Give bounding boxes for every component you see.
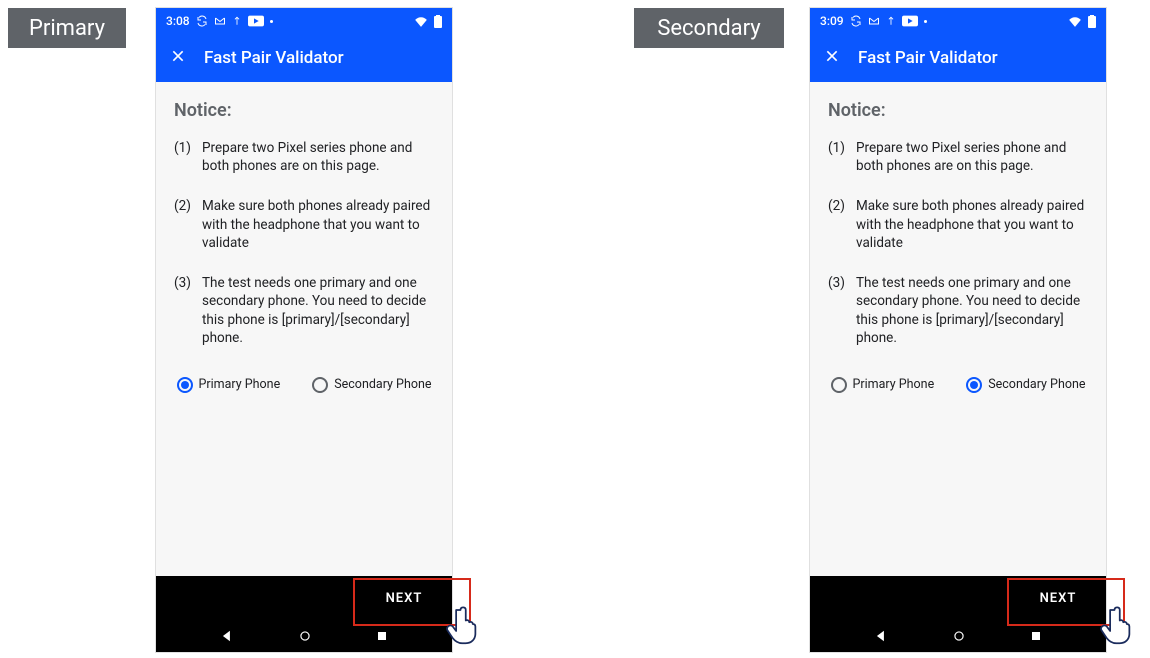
status-bar: 3:09 xyxy=(810,8,1106,34)
notice-heading: Notice: xyxy=(828,100,1088,121)
status-dot-icon xyxy=(270,20,273,23)
gmail-icon xyxy=(868,15,880,27)
status-time: 3:09 xyxy=(820,14,844,28)
app-header: Fast Pair Validator xyxy=(156,34,452,82)
android-nav-bar xyxy=(810,620,1106,652)
app-header: Fast Pair Validator xyxy=(810,34,1106,82)
radio-label: Primary Phone xyxy=(853,377,935,392)
notice-number: (2) xyxy=(828,197,856,252)
nav-recent-icon[interactable] xyxy=(1030,630,1042,642)
stage: Primary Secondary 3:08 xyxy=(0,0,1150,658)
sync-icon xyxy=(850,15,862,27)
notice-text: Make sure both phones already paired wit… xyxy=(202,197,434,252)
close-icon[interactable] xyxy=(824,48,840,69)
radio-icon xyxy=(966,377,982,393)
status-time: 3:08 xyxy=(166,14,190,28)
nav-back-icon[interactable] xyxy=(220,629,234,643)
antenna-icon xyxy=(232,15,242,27)
notice-heading: Notice: xyxy=(174,100,434,121)
radio-label: Primary Phone xyxy=(199,377,281,392)
notice-text: Make sure both phones already paired wit… xyxy=(856,197,1088,252)
radio-icon xyxy=(177,377,193,393)
status-dot-icon xyxy=(924,20,927,23)
radio-label: Secondary Phone xyxy=(334,377,431,392)
radio-icon xyxy=(312,377,328,393)
notice-text: Prepare two Pixel series phone and both … xyxy=(856,139,1088,175)
nav-recent-icon[interactable] xyxy=(376,630,388,642)
sync-icon xyxy=(196,15,208,27)
next-button[interactable]: NEXT xyxy=(356,576,452,620)
notice-text: Prepare two Pixel series phone and both … xyxy=(202,139,434,175)
tag-secondary: Secondary xyxy=(634,8,784,48)
notice-number: (1) xyxy=(828,139,856,175)
next-bar: NEXT xyxy=(810,576,1106,620)
radio-icon xyxy=(831,377,847,393)
radio-primary-phone[interactable]: Primary Phone xyxy=(831,377,935,393)
screen-body: Notice: (1) Prepare two Pixel series pho… xyxy=(156,82,452,576)
notice-number: (3) xyxy=(174,274,202,347)
radio-group: Primary Phone Secondary Phone xyxy=(174,377,434,393)
close-icon[interactable] xyxy=(170,48,186,69)
battery-icon xyxy=(434,15,442,28)
screen-body: Notice: (1) Prepare two Pixel series pho… xyxy=(810,82,1106,576)
status-bar: 3:08 xyxy=(156,8,452,34)
radio-label: Secondary Phone xyxy=(988,377,1085,392)
phone-primary: 3:08 xyxy=(156,8,452,652)
radio-primary-phone[interactable]: Primary Phone xyxy=(177,377,281,393)
next-bar: NEXT xyxy=(156,576,452,620)
tag-primary: Primary xyxy=(8,8,126,48)
nav-back-icon[interactable] xyxy=(874,629,888,643)
notice-text: The test needs one primary and one secon… xyxy=(202,274,434,347)
android-nav-bar xyxy=(156,620,452,652)
wifi-icon xyxy=(414,15,428,27)
gmail-icon xyxy=(214,15,226,27)
notice-item-3: (3) The test needs one primary and one s… xyxy=(174,274,434,347)
notice-number: (2) xyxy=(174,197,202,252)
notice-item-2: (2) Make sure both phones already paired… xyxy=(174,197,434,252)
wifi-icon xyxy=(1068,15,1082,27)
notice-number: (1) xyxy=(174,139,202,175)
youtube-icon xyxy=(902,15,918,27)
phone-secondary: 3:09 xyxy=(810,8,1106,652)
app-title: Fast Pair Validator xyxy=(858,48,998,68)
radio-secondary-phone[interactable]: Secondary Phone xyxy=(312,377,431,393)
battery-icon xyxy=(1088,15,1096,28)
nav-home-icon[interactable] xyxy=(298,629,312,643)
notice-item-3: (3) The test needs one primary and one s… xyxy=(828,274,1088,347)
notice-item-1: (1) Prepare two Pixel series phone and b… xyxy=(828,139,1088,175)
app-title: Fast Pair Validator xyxy=(204,48,344,68)
youtube-icon xyxy=(248,15,264,27)
notice-item-2: (2) Make sure both phones already paired… xyxy=(828,197,1088,252)
nav-home-icon[interactable] xyxy=(952,629,966,643)
radio-group: Primary Phone Secondary Phone xyxy=(828,377,1088,393)
antenna-icon xyxy=(886,15,896,27)
notice-text: The test needs one primary and one secon… xyxy=(856,274,1088,347)
next-button[interactable]: NEXT xyxy=(1010,576,1106,620)
notice-item-1: (1) Prepare two Pixel series phone and b… xyxy=(174,139,434,175)
notice-number: (3) xyxy=(828,274,856,347)
radio-secondary-phone[interactable]: Secondary Phone xyxy=(966,377,1085,393)
